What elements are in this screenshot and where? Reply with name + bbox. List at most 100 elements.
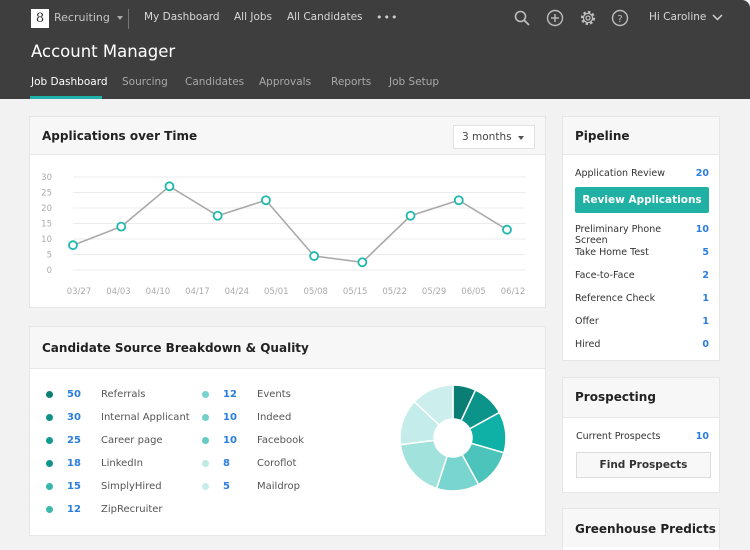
stage-count[interactable]: 5 — [702, 247, 709, 258]
page-title: Account Manager — [31, 42, 176, 61]
data-point[interactable] — [357, 257, 368, 268]
source-legend-item[interactable]: 15 SimplyHired — [46, 481, 162, 492]
source-count[interactable]: 10 — [223, 435, 249, 446]
source-legend-item[interactable]: 10 Indeed — [202, 412, 291, 423]
source-legend-item[interactable]: 25 Career page — [46, 435, 163, 446]
source-name: Maildrop — [257, 481, 301, 492]
find-prospects-button[interactable]: Find Prospects — [576, 452, 711, 478]
data-point[interactable] — [116, 221, 127, 232]
y-tick-label: 10 — [41, 235, 52, 245]
source-count[interactable]: 30 — [67, 412, 93, 423]
x-tick-label: 05/22 — [382, 287, 407, 297]
stage-label: Reference Check — [575, 293, 656, 304]
applications-over-time-card: Applications over Time 3 months 0 5 10 15 20… — [29, 116, 546, 308]
y-tick-label: 0 — [47, 266, 52, 276]
search-icon[interactable] — [513, 9, 531, 27]
x-tick-label: 05/08 — [303, 287, 328, 297]
user-menu[interactable]: Hi Caroline — [649, 11, 723, 23]
stage-count[interactable]: 2 — [702, 270, 709, 281]
x-tick-label: 05/01 — [264, 287, 289, 297]
tab-sourcing[interactable]: Sourcing — [122, 76, 168, 88]
source-name: LinkedIn — [101, 458, 143, 469]
tab-job-dashboard[interactable]: Job Dashboard — [31, 76, 108, 88]
stage-label: Hired — [575, 339, 601, 350]
source-count[interactable]: 18 — [67, 458, 93, 469]
data-point[interactable] — [164, 181, 175, 192]
current-prospects-row[interactable]: Current Prospects 10 — [576, 431, 709, 442]
add-icon[interactable] — [546, 9, 564, 27]
pipeline-stage[interactable]: Preliminary Phone Screen 10 — [575, 224, 709, 246]
more-menu-icon[interactable]: ••• — [376, 11, 398, 24]
pipeline-card: Pipeline Application Review 20 Review Ap… — [562, 116, 720, 361]
time-range-select[interactable]: 3 months — [453, 125, 535, 149]
x-tick-label: 05/29 — [422, 287, 447, 297]
pipeline-stage[interactable]: Offer 1 — [575, 316, 709, 327]
source-donut-chart — [399, 384, 507, 492]
card-title: Applications over Time — [42, 129, 198, 143]
stage-count[interactable]: 20 — [696, 168, 709, 179]
help-icon[interactable]: ? — [611, 9, 629, 27]
source-count[interactable]: 50 — [67, 389, 93, 400]
data-point[interactable] — [453, 195, 464, 206]
app-name-label: Recruiting — [54, 11, 110, 24]
data-point[interactable] — [68, 240, 78, 251]
source-legend-item[interactable]: 10 Facebook — [202, 435, 304, 446]
source-count[interactable]: 10 — [223, 412, 249, 423]
source-legend-item[interactable]: 12 ZipRecruiter — [46, 504, 163, 515]
y-tick-label: 30 — [41, 173, 52, 183]
pipeline-stage[interactable]: Face-to-Face 2 — [575, 270, 709, 281]
prospects-count[interactable]: 10 — [696, 431, 709, 442]
source-legend-item[interactable]: 8 Coroflot — [202, 458, 296, 469]
x-tick-label: 05/15 — [343, 287, 368, 297]
source-count[interactable]: 12 — [67, 504, 93, 515]
source-legend-item[interactable]: 50 Referrals — [46, 389, 146, 400]
data-point[interactable] — [260, 195, 271, 206]
stage-count[interactable]: 1 — [702, 316, 709, 327]
x-tick-label: 03/27 — [67, 287, 92, 297]
app-switcher[interactable]: Recruiting — [54, 11, 123, 24]
pipeline-stage[interactable]: Reference Check 1 — [575, 293, 709, 304]
source-legend-item[interactable]: 30 Internal Applicant — [46, 412, 190, 423]
legend-dot-icon — [202, 391, 209, 398]
tab-candidates[interactable]: Candidates — [185, 76, 244, 88]
stage-count[interactable]: 10 — [696, 224, 709, 246]
greenhouse-logo[interactable]: 8 — [31, 9, 49, 28]
pipeline-stage[interactable]: Take Home Test 5 — [575, 247, 709, 258]
source-count[interactable]: 8 — [223, 458, 249, 469]
source-count[interactable]: 25 — [67, 435, 93, 446]
nav-my-dashboard[interactable]: My Dashboard — [144, 11, 220, 23]
data-point[interactable] — [212, 210, 223, 221]
y-tick-label: 25 — [41, 189, 52, 199]
prospecting-card: Prospecting Current Prospects 10 Find Pr… — [562, 377, 720, 493]
stage-count[interactable]: 1 — [702, 293, 709, 304]
tab-job-setup[interactable]: Job Setup — [389, 76, 439, 88]
pipeline-stage[interactable]: Hired 0 — [575, 339, 709, 350]
data-point[interactable] — [502, 224, 512, 235]
review-applications-button[interactable]: Review Applications — [575, 187, 709, 213]
legend-dot-icon — [46, 460, 53, 467]
tab-approvals[interactable]: Approvals — [259, 76, 311, 88]
nav-all-candidates[interactable]: All Candidates — [287, 11, 363, 23]
gear-icon[interactable] — [579, 9, 597, 27]
nav-all-jobs[interactable]: All Jobs — [234, 11, 272, 23]
stage-count[interactable]: 0 — [702, 339, 709, 350]
source-count[interactable]: 15 — [67, 481, 93, 492]
applications-line-chart: 0 5 10 15 20 25 30 03/27 04/03 04/10 04/17 04/24 05/… — [41, 173, 526, 297]
source-name: ZipRecruiter — [101, 504, 163, 515]
x-tick-label: 04/24 — [225, 287, 250, 297]
tab-reports[interactable]: Reports — [331, 76, 371, 88]
source-legend-item[interactable]: 12 Events — [202, 389, 291, 400]
stage-label: Face-to-Face — [575, 270, 635, 281]
source-count[interactable]: 5 — [223, 481, 249, 492]
source-name: Internal Applicant — [101, 412, 190, 423]
data-point[interactable] — [405, 210, 416, 221]
stage-label: Offer — [575, 316, 599, 327]
data-point[interactable] — [309, 251, 320, 261]
source-legend-item[interactable]: 5 Maildrop — [202, 481, 300, 492]
pipeline-stage[interactable]: Application Review 20 — [575, 168, 709, 179]
source-legend-item[interactable]: 18 LinkedIn — [46, 458, 143, 469]
source-count[interactable]: 12 — [223, 389, 249, 400]
source-name: Indeed — [257, 412, 292, 423]
source-name: Career page — [101, 435, 163, 446]
legend-dot-icon — [46, 414, 53, 421]
